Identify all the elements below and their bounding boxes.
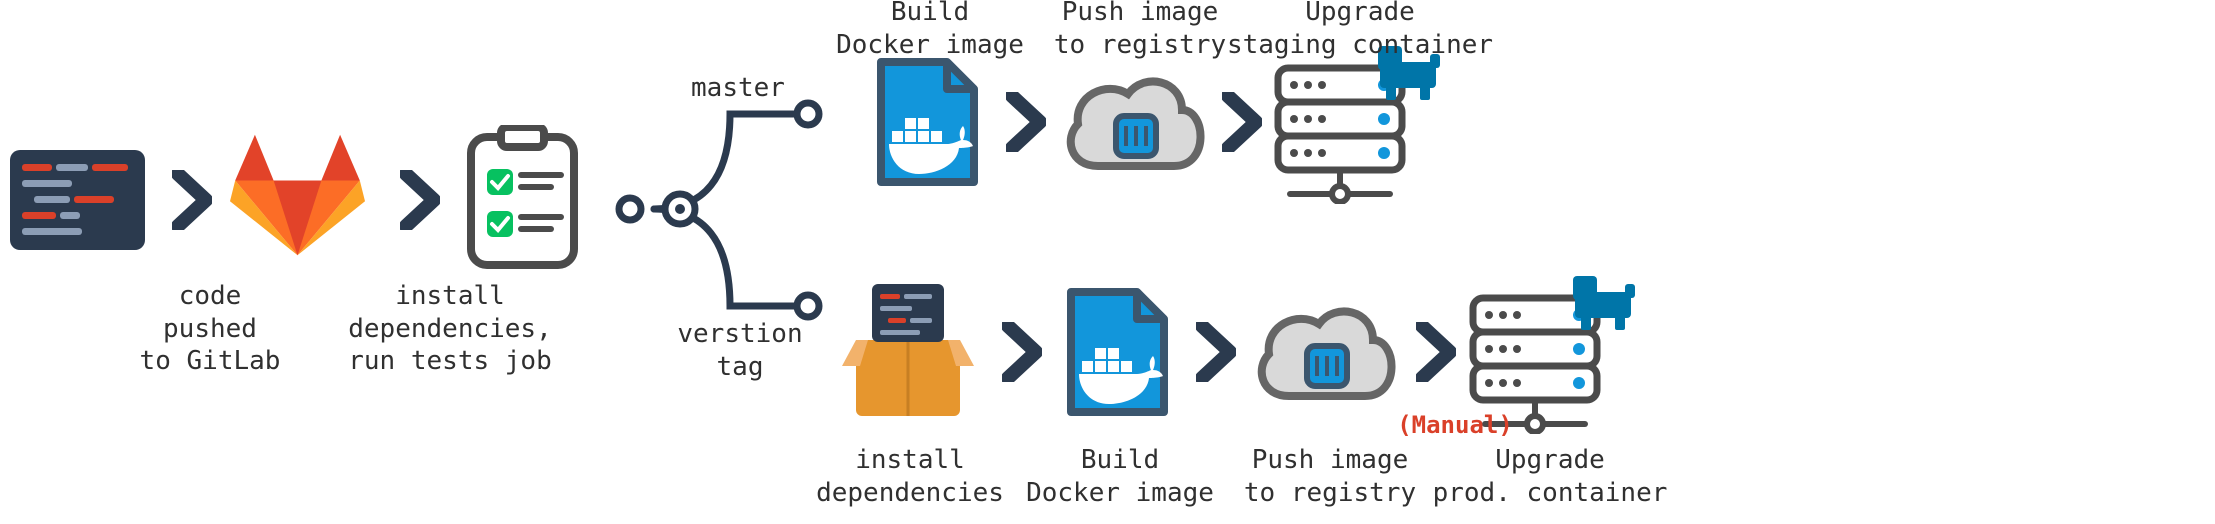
chevron-icon [1002, 322, 1042, 382]
label-manual: (Manual) [1380, 410, 1530, 440]
chevron-icon [400, 170, 440, 230]
code-window-icon [10, 150, 145, 250]
chevron-icon [1416, 322, 1456, 382]
docker-file-icon [1065, 288, 1170, 416]
chevron-icon [1006, 92, 1046, 152]
label-tag-install: install dependencies [800, 444, 1020, 509]
label-tag-upgrade: Upgrade prod. container [1420, 444, 1680, 509]
package-box-icon [838, 280, 978, 425]
label-master-build: Build Docker image [820, 0, 1040, 61]
gitlab-logo-icon [230, 130, 365, 260]
label-code-pushed: code pushed to GitLab [120, 280, 300, 378]
label-tag-build: Build Docker image [1010, 444, 1230, 509]
label-tag-push: Push image to registry [1220, 444, 1440, 509]
cloud-registry-icon [1251, 296, 1401, 408]
label-branch-tag: verstion tag [660, 318, 820, 383]
label-master-upgrade: Upgrade staging container [1210, 0, 1510, 61]
chevron-icon [1196, 322, 1236, 382]
checklist-icon [465, 125, 580, 270]
docker-file-icon [875, 58, 980, 186]
server-rancher-icon [1270, 44, 1440, 204]
label-branch-master: master [668, 72, 808, 105]
branch-fork-icon [610, 92, 830, 327]
label-install-tests: install dependencies, run tests job [330, 280, 570, 378]
chevron-icon [1222, 92, 1262, 152]
chevron-icon [172, 170, 212, 230]
cloud-registry-icon [1060, 66, 1210, 178]
